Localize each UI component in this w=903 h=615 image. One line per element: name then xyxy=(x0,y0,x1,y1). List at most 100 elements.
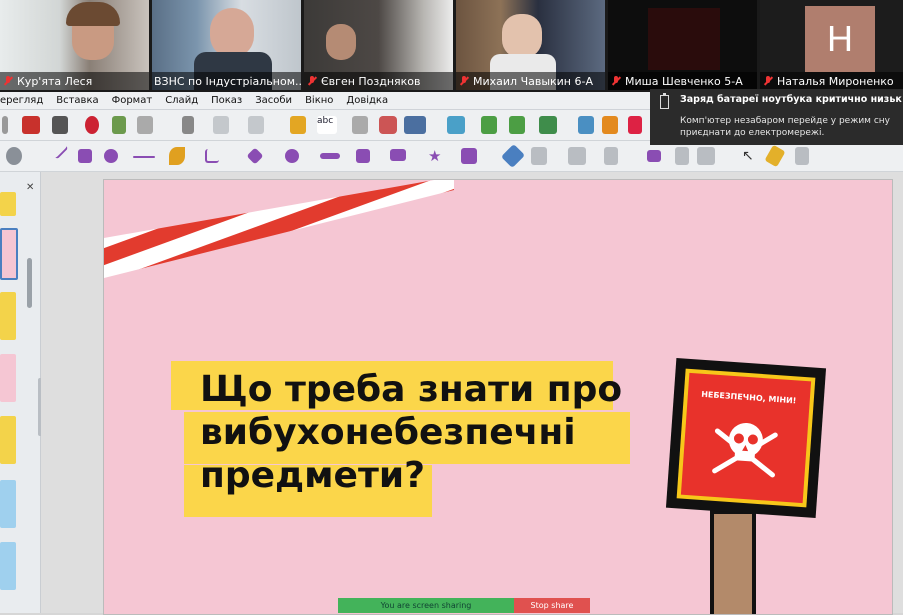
slide-thumbnail[interactable] xyxy=(0,542,16,590)
battery-icon xyxy=(660,93,669,109)
menu-show[interactable]: Показ xyxy=(211,95,242,106)
filter-icon[interactable] xyxy=(697,147,715,165)
distribute-icon[interactable] xyxy=(604,147,618,165)
connector-tool-icon[interactable] xyxy=(205,149,219,163)
participant-name-bar: Миша Шевченко 5-А xyxy=(608,72,757,90)
undo-icon[interactable] xyxy=(213,116,229,134)
notification-title: Заряд батареї ноутбука критично низьк xyxy=(680,94,902,105)
points-icon[interactable]: ↖ xyxy=(742,147,760,165)
toolbar-edge-icon[interactable] xyxy=(2,116,8,134)
select-icon[interactable] xyxy=(6,147,22,165)
participant-hair xyxy=(66,2,120,26)
menu-slide[interactable]: Слайд xyxy=(165,95,198,106)
insert-chart-icon[interactable] xyxy=(628,116,642,134)
menu-view[interactable]: ерегляд xyxy=(0,95,43,106)
arrow-line-icon[interactable] xyxy=(133,156,155,158)
master-slide-icon[interactable] xyxy=(447,116,465,134)
new-slide-icon[interactable] xyxy=(481,116,497,134)
slides-pane: ✕ xyxy=(0,172,41,613)
arrange-icon[interactable] xyxy=(568,147,586,165)
participant-name: ВЗНС по Індустріальном... xyxy=(154,74,301,88)
duplicate-slide-icon[interactable] xyxy=(509,116,525,134)
participant-avatar: Н xyxy=(805,6,875,72)
symbol-shapes-icon[interactable] xyxy=(285,149,299,163)
stars-icon[interactable]: ★ xyxy=(428,147,446,165)
grid-icon[interactable] xyxy=(352,116,368,134)
rectangle-tool-icon[interactable] xyxy=(78,149,92,163)
align-icon[interactable] xyxy=(531,147,547,165)
participant-tile-2[interactable]: ВЗНС по Індустріальном... xyxy=(152,0,301,90)
slide-thumbnail[interactable] xyxy=(0,416,16,464)
insert-image-icon[interactable] xyxy=(578,116,594,134)
menu-help[interactable]: Довідка xyxy=(346,95,388,106)
slide-thumbnail[interactable] xyxy=(0,354,16,402)
drawing-toolbar: ★ ↖ xyxy=(0,141,903,172)
clone-formatting-icon[interactable] xyxy=(182,116,194,134)
flowchart-icon[interactable] xyxy=(356,149,370,163)
slide-title: Що треба знати про вибухонебезпечні пред… xyxy=(200,369,623,496)
menu-format[interactable]: Формат xyxy=(112,95,153,106)
slide-layout-icon[interactable] xyxy=(539,116,557,134)
sign-red-panel: НЕБЕЗПЕЧНО, МІНИ! xyxy=(680,372,812,504)
crop-icon[interactable] xyxy=(675,147,689,165)
block-arrows-icon[interactable] xyxy=(320,153,340,159)
basic-shapes-icon[interactable] xyxy=(246,147,264,165)
participant-name-bar: Наталья Мироненко xyxy=(760,72,903,90)
callouts-icon[interactable] xyxy=(390,149,406,161)
mine-warning-sign: НЕБЕЗПЕЧНО, МІНИ! xyxy=(665,357,827,519)
close-pane-icon[interactable]: ✕ xyxy=(26,182,34,193)
mic-muted-icon xyxy=(2,75,14,87)
menu-window[interactable]: Вікно xyxy=(305,95,333,106)
slide-thumbnail[interactable] xyxy=(0,480,16,528)
notification-message: Комп'ютер незабаром перейде у режим сну … xyxy=(680,116,890,138)
participant-name: Михаил Чавыкин 6-А xyxy=(473,74,593,88)
curve-tool-icon[interactable] xyxy=(169,147,185,165)
participant-face xyxy=(326,24,356,60)
slide-thumbnail[interactable] xyxy=(0,228,18,280)
participant-name-bar: Євген Поздняков xyxy=(304,72,453,90)
find-replace-icon[interactable] xyxy=(290,116,306,134)
participant-name: Миша Шевченко 5-А xyxy=(625,74,743,88)
stop-share-label: Stop share xyxy=(530,601,574,610)
slide-thumbnail[interactable] xyxy=(0,292,16,340)
fontwork-icon[interactable] xyxy=(764,144,786,168)
line-tool-icon[interactable] xyxy=(51,142,69,160)
participant-tile-4[interactable]: Михаил Чавыкин 6-А xyxy=(456,0,605,90)
ellipse-tool-icon[interactable] xyxy=(104,149,118,163)
participant-name: Наталья Мироненко xyxy=(777,74,894,88)
sign-post xyxy=(710,510,756,614)
slide-thumbnail[interactable] xyxy=(0,192,16,216)
slides-scrollbar[interactable] xyxy=(27,258,32,308)
mic-muted-icon xyxy=(458,75,470,87)
rotate-icon[interactable] xyxy=(500,143,526,169)
share-status-text: You are screen sharing xyxy=(380,601,472,610)
stop-share-button[interactable]: Stop share xyxy=(514,598,590,613)
toggle-extrusion-icon[interactable] xyxy=(795,147,809,165)
insert-media-icon[interactable] xyxy=(602,116,618,134)
3d-objects-icon[interactable] xyxy=(461,148,477,164)
export-pdf-icon[interactable] xyxy=(22,116,40,134)
copy-icon[interactable] xyxy=(112,116,126,134)
spelling-icon[interactable]: abc xyxy=(317,116,337,134)
redo-icon[interactable] xyxy=(248,116,264,134)
mic-muted-icon xyxy=(610,75,622,87)
sign-text: НЕБЕЗПЕЧНО, МІНИ! xyxy=(700,389,797,406)
print-icon[interactable] xyxy=(52,116,68,134)
participant-tile-5[interactable]: Миша Шевченко 5-А xyxy=(608,0,757,90)
screen-share-bar: You are screen sharing Stop share xyxy=(338,598,590,613)
menu-tools[interactable]: Засоби xyxy=(255,95,292,106)
participant-name-bar: Михаил Чавыкин 6-А xyxy=(456,72,605,90)
participant-tile-3[interactable]: Євген Поздняков xyxy=(304,0,453,90)
helplines-icon[interactable] xyxy=(379,116,397,134)
participant-tile-1[interactable]: Кур'ята Леся xyxy=(0,0,149,90)
paste-icon[interactable] xyxy=(137,116,153,134)
mic-muted-icon xyxy=(762,75,774,87)
battery-notification[interactable]: Заряд батареї ноутбука критично низьк Ко… xyxy=(650,89,903,145)
display-views-icon[interactable] xyxy=(404,116,426,134)
menu-insert[interactable]: Вставка xyxy=(56,95,98,106)
participant-face xyxy=(502,14,542,58)
cut-icon[interactable] xyxy=(85,116,99,134)
shadow-icon[interactable] xyxy=(647,150,661,162)
video-participants-strip: Кур'ята Леся ВЗНС по Індустріальном... Є… xyxy=(0,0,903,92)
participant-video-dim xyxy=(648,8,720,70)
